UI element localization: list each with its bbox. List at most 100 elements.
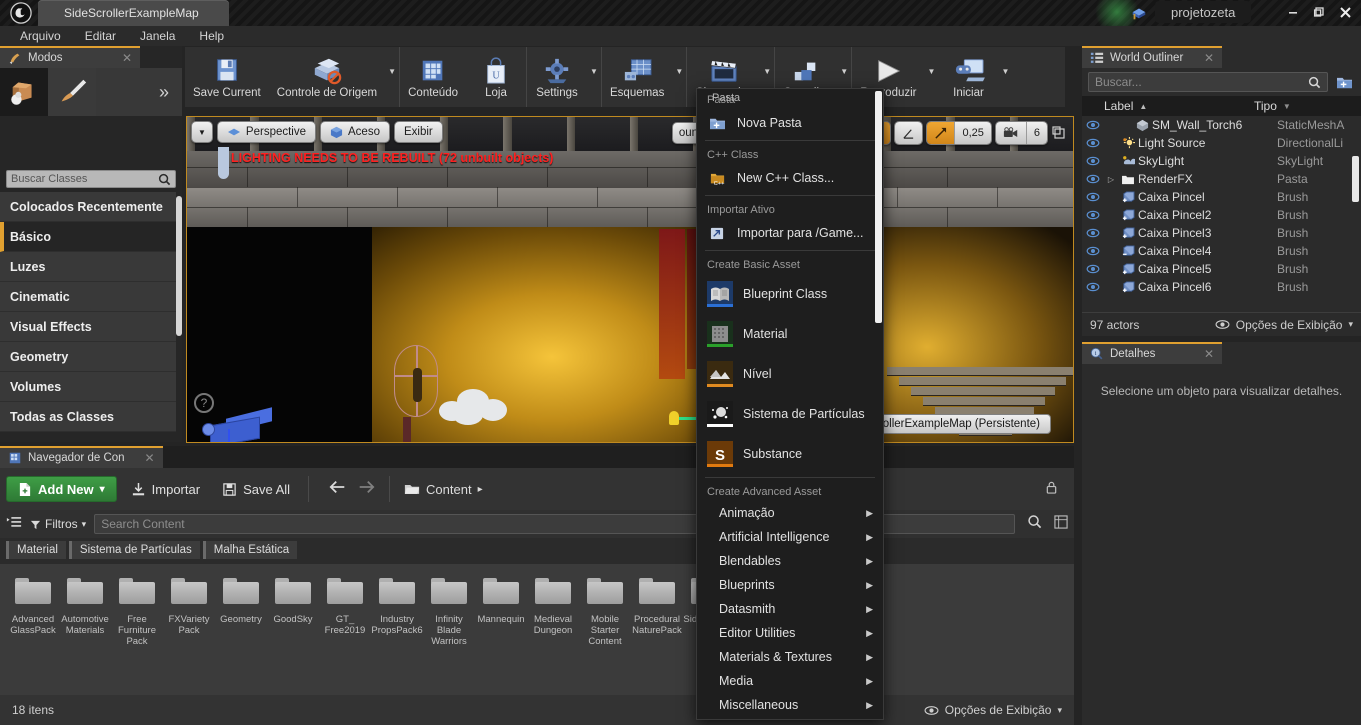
class-item-todas-as-classes[interactable]: Todas as Classes [0,402,176,432]
viewport-show-button[interactable]: Exibir [393,121,443,143]
viewport-lit-button[interactable]: Aceso [320,121,390,143]
level-viewport[interactable]: X ? ▼ Perspective [186,116,1074,443]
blueprints-button[interactable]: Esquemas [602,47,672,107]
launch-button[interactable]: Iniciar [939,47,999,107]
launch-dropdown-icon[interactable]: ▼ [999,47,1013,107]
maximize-viewport-icon[interactable] [1051,125,1067,141]
world-outliner-close-icon[interactable]: ✕ [1190,51,1214,65]
ctx-item-importar-para-game[interactable]: Importar para /Game... [697,219,883,247]
table-row[interactable]: Caixa Pincel Brush [1082,188,1361,206]
camera-speed-icon[interactable] [995,122,1027,144]
filter-chip-material[interactable]: Material [6,541,66,559]
table-row[interactable]: SkyLight SkyLight [1082,152,1361,170]
table-row[interactable]: Caixa Pincel6 Brush [1082,278,1361,296]
column-header-label[interactable]: Label ▲ [1104,99,1254,113]
source-control-dropdown-icon[interactable]: ▼ [385,47,399,107]
visibility-eye-icon[interactable] [1082,228,1104,238]
list-view-icon[interactable] [6,515,22,534]
ctx-submenu-materials-textures[interactable]: Materials & Textures ▶ [697,645,883,669]
class-item-basico[interactable]: Básico [0,222,176,252]
menu-item-janela[interactable]: Janela [128,27,187,45]
arrow-left-icon[interactable] [329,479,347,500]
save-current-button[interactable]: Save Current [185,47,269,107]
ctx-item-nova-pasta[interactable]: Nova Pasta [697,109,883,137]
place-mode-icon[interactable] [0,68,48,116]
visibility-eye-icon[interactable] [1082,156,1104,166]
table-row[interactable]: Caixa Pincel5 Brush [1082,260,1361,278]
filters-button[interactable]: Filtros ▾ [30,517,86,531]
table-row[interactable]: Light Source DirectionalLi [1082,134,1361,152]
class-item-geometry[interactable]: Geometry [0,342,176,372]
viewport-perspective-button[interactable]: Perspective [216,121,317,143]
menu-item-editar[interactable]: Editar [73,27,128,45]
modes-panel-tab[interactable]: Modos ✕ [0,46,140,68]
class-item-volumes[interactable]: Volumes [0,372,176,402]
ctx-item-blueprint-class[interactable]: Blueprint Class [697,274,883,314]
table-row[interactable]: ▷ RenderFX Pasta [1082,170,1361,188]
angle-snap-icon[interactable] [895,122,923,144]
content-display-options-button[interactable]: Opções de Exibição ▾ [924,703,1062,717]
browser-settings-icon[interactable] [1054,514,1068,534]
visibility-eye-icon[interactable] [1082,210,1104,220]
play-dropdown-icon[interactable]: ▼ [925,47,939,107]
viewport-options-dropdown[interactable]: ▼ [191,121,213,143]
search-icon[interactable] [1027,514,1042,534]
ctx-item-nivel[interactable]: Nível [697,354,883,394]
filter-chip-particle-system[interactable]: Sistema de Partículas [68,541,200,559]
ctx-item-new-cpp-class[interactable]: C++ New C++ Class... [697,164,883,192]
visibility-eye-icon[interactable] [1082,192,1104,202]
content-button[interactable]: Conteúdo [400,47,466,107]
settings-dropdown-icon[interactable]: ▼ [587,47,601,107]
content-browser-close-icon[interactable]: ✕ [131,451,155,465]
arrow-right-icon[interactable] [357,479,375,500]
content-browser-tab[interactable]: Navegador de Con ✕ [0,446,163,468]
project-tab[interactable]: projetozeta [1155,1,1252,23]
table-row[interactable]: Caixa Pincel3 Brush [1082,224,1361,242]
modes-expand-chevron-icon[interactable]: » [146,68,182,116]
import-button[interactable]: Importar [123,476,208,502]
world-outliner-tab[interactable]: World Outliner ✕ [1082,46,1222,68]
breadcrumb[interactable]: Content ▸ [404,482,483,497]
visibility-eye-icon[interactable] [1082,120,1104,130]
table-row[interactable]: Caixa Pincel2 Brush [1082,206,1361,224]
context-menu-scrollbar[interactable] [875,91,882,323]
class-item-visual-effects[interactable]: Visual Effects [0,312,176,342]
outliner-display-options-button[interactable]: Opções de Exibição ▾ [1215,318,1353,332]
ctx-submenu-datasmith[interactable]: Datasmith ▶ [697,597,883,621]
details-close-icon[interactable]: ✕ [1190,347,1214,361]
ctx-submenu-artificial-intelligence[interactable]: Artificial Intelligence ▶ [697,525,883,549]
visibility-eye-icon[interactable] [1082,246,1104,256]
ctx-submenu-miscellaneous[interactable]: Miscellaneous ▶ [697,693,883,717]
modes-panel-close-icon[interactable]: ✕ [108,51,132,65]
maximize-button[interactable] [1307,2,1331,22]
scale-snap-value[interactable]: 0,25 [955,122,991,144]
ctx-submenu-media[interactable]: Media ▶ [697,669,883,693]
source-control-button[interactable]: Controle de Origem [269,47,385,107]
settings-button[interactable]: Settings [527,47,587,107]
ctx-submenu-editor-utilities[interactable]: Editor Utilities ▶ [697,621,883,645]
outliner-scrollbar[interactable] [1352,156,1359,202]
ctx-submenu-blueprints[interactable]: Blueprints ▶ [697,573,883,597]
viewport-help-icon[interactable]: ? [194,393,214,413]
table-row[interactable]: Caixa Pincel4 Brush [1082,242,1361,260]
visibility-eye-icon[interactable] [1082,282,1104,292]
visibility-eye-icon[interactable] [1082,138,1104,148]
menu-item-help[interactable]: Help [187,27,236,45]
class-search-input[interactable]: Buscar Classes [6,170,176,188]
add-new-button[interactable]: Add New ▾ [6,476,117,502]
class-item-luzes[interactable]: Luzes [0,252,176,282]
ctx-item-material[interactable]: Material [697,314,883,354]
minimize-button[interactable] [1281,2,1305,22]
details-tab[interactable]: i Detalhes ✕ [1082,342,1222,364]
blueprints-dropdown-icon[interactable]: ▼ [672,47,686,107]
ctx-submenu-animacao[interactable]: Animação ▶ [697,501,883,525]
ctx-item-sistema-de-particulas[interactable]: Sistema de Partículas [697,394,883,434]
breadcrumb-caret-icon[interactable]: ▸ [478,484,483,495]
filter-chip-static-mesh[interactable]: Malha Estática [202,541,298,559]
marketplace-button[interactable]: U Loja [466,47,526,107]
class-list-scrollbar[interactable] [176,196,182,336]
scale-snap-toggle-icon[interactable] [927,122,956,144]
close-button[interactable] [1333,2,1357,22]
visibility-eye-icon[interactable] [1082,264,1104,274]
class-item-recent[interactable]: Colocados Recentemente [0,192,176,222]
